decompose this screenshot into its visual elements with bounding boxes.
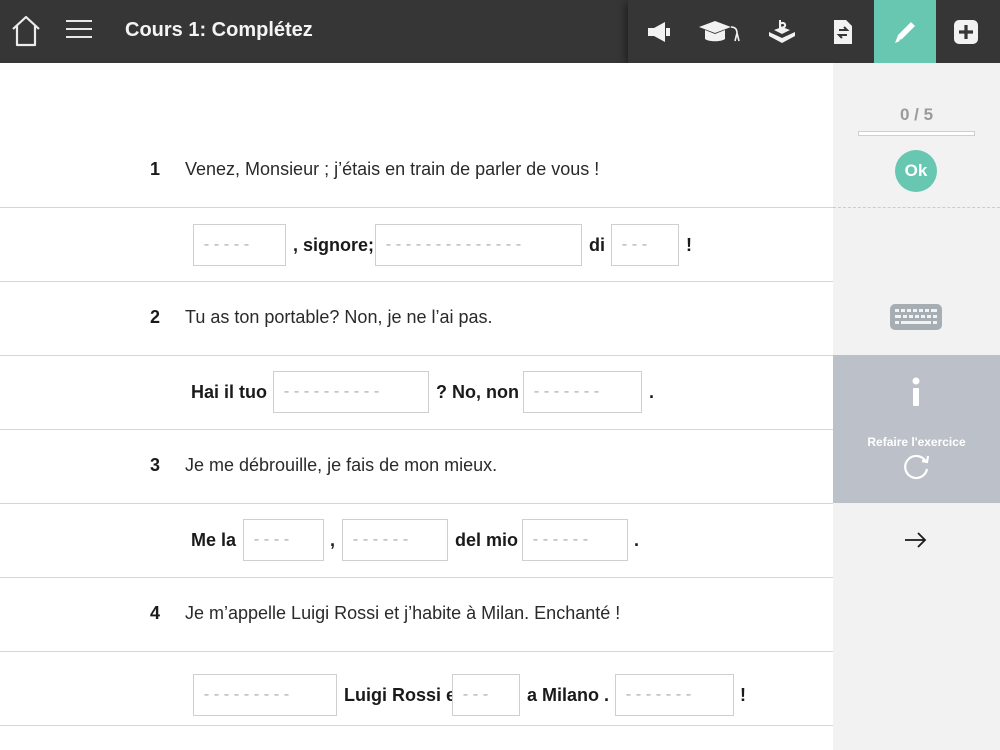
- home-button[interactable]: [10, 14, 42, 48]
- hamburger-icon-line: [66, 20, 92, 22]
- score-progress-bar: [858, 131, 975, 136]
- answer-blank[interactable]: ---------: [193, 674, 337, 716]
- question-number: 3: [150, 455, 161, 475]
- answer-text: .: [634, 530, 640, 550]
- answer-blank[interactable]: ------: [342, 519, 448, 561]
- question-prompt: Venez, Monsieur ; j’étais en train de pa…: [185, 159, 600, 179]
- answer-text: ? No, non: [436, 382, 519, 402]
- exercise-sidebar: 0 / 5 Ok Refaire l'exercice: [833, 63, 1000, 750]
- next-button[interactable]: [903, 529, 929, 551]
- answer-blank[interactable]: -------: [615, 674, 734, 716]
- hamburger-icon-line: [66, 36, 92, 38]
- question-row: 1 Venez, Monsieur ; j’étais en train de …: [0, 134, 833, 208]
- question-row: 3 Je me débrouille, je fais de mon mieux…: [0, 430, 833, 504]
- menu-button[interactable]: [66, 20, 92, 42]
- question-number: 2: [150, 307, 161, 327]
- answer-row: --------- Luigi Rossi e --- a Milano . -…: [0, 652, 833, 726]
- answer-blank[interactable]: --------------: [375, 224, 582, 266]
- document-tool-button[interactable]: [813, 0, 875, 63]
- answer-text: Luigi Rossi e: [344, 685, 457, 705]
- answer-row: ----- , signore; -------------- di --- !: [0, 208, 833, 282]
- vocabulary-tool-button[interactable]: [751, 0, 813, 63]
- answer-blank[interactable]: -------: [523, 371, 642, 413]
- answer-blank[interactable]: ----------: [273, 371, 429, 413]
- lesson-tool-button[interactable]: [690, 0, 752, 63]
- answer-text: , signore;: [293, 235, 375, 255]
- add-tool-button[interactable]: [936, 0, 998, 63]
- question-prompt: Je me débrouille, je fais de mon mieux.: [185, 455, 498, 475]
- answer-text: !: [740, 685, 746, 705]
- answer-blank[interactable]: -----: [193, 224, 286, 266]
- answer-blank[interactable]: ------: [522, 519, 628, 561]
- graduation-cap-icon: [699, 20, 741, 41]
- question-prompt: Je m’appelle Luigi Rossi et j’habite à M…: [185, 603, 621, 623]
- book-hand-icon: [768, 19, 795, 43]
- answer-text: Hai il tuo: [191, 382, 267, 402]
- redo-panel[interactable]: Refaire l'exercice: [833, 355, 1000, 503]
- redo-exercise-label[interactable]: Refaire l'exercice: [833, 435, 1000, 449]
- hamburger-icon-line: [66, 28, 92, 30]
- score-counter: 0 / 5: [899, 105, 934, 124]
- answer-text: di: [589, 235, 605, 255]
- sidebar-divider: [833, 207, 1000, 208]
- question-number: 1: [150, 159, 161, 179]
- answer-row: Hai il tuo ---------- ? No, non ------- …: [0, 356, 833, 430]
- info-icon: [912, 377, 920, 406]
- question-prompt: Tu as ton portable? Non, je ne l’ai pas.: [185, 307, 493, 327]
- plus-icon: [954, 19, 979, 44]
- page-title: Cours 1: Complétez: [125, 19, 313, 41]
- home-icon: [12, 15, 40, 47]
- exercise-content: 1 Venez, Monsieur ; j’étais en train de …: [0, 63, 833, 750]
- pencil-icon: [894, 21, 915, 43]
- answer-text: .: [649, 382, 655, 402]
- answer-blank[interactable]: ---: [452, 674, 520, 716]
- keyboard-button[interactable]: [889, 303, 943, 331]
- answer-text: Me la: [191, 530, 237, 550]
- answer-text: del mio: [455, 530, 519, 550]
- answer-blank[interactable]: ---: [611, 224, 679, 266]
- answer-row: Me la ---- , ------ del mio ------ .: [0, 504, 833, 578]
- question-number: 4: [150, 603, 161, 623]
- answer-text: !: [686, 235, 692, 255]
- document-swap-icon: [834, 19, 853, 44]
- ok-button[interactable]: Ok: [895, 150, 937, 192]
- arrow-right-icon: [905, 532, 927, 548]
- megaphone-icon: [647, 21, 670, 42]
- keyboard-icon: [890, 304, 942, 330]
- answer-blank[interactable]: ----: [243, 519, 324, 561]
- question-row: 2 Tu as ton portable? Non, je ne l’ai pa…: [0, 282, 833, 356]
- exercise-tool-button[interactable]: [874, 0, 936, 63]
- answer-text: a Milano .: [527, 685, 610, 705]
- tool-bar: [628, 0, 1000, 63]
- question-row: 4 Je m’appelle Luigi Rossi et j’habite à…: [0, 578, 833, 652]
- redo-icon[interactable]: [902, 453, 932, 481]
- audio-tool-button[interactable]: [628, 0, 690, 63]
- answer-text: ,: [330, 530, 336, 550]
